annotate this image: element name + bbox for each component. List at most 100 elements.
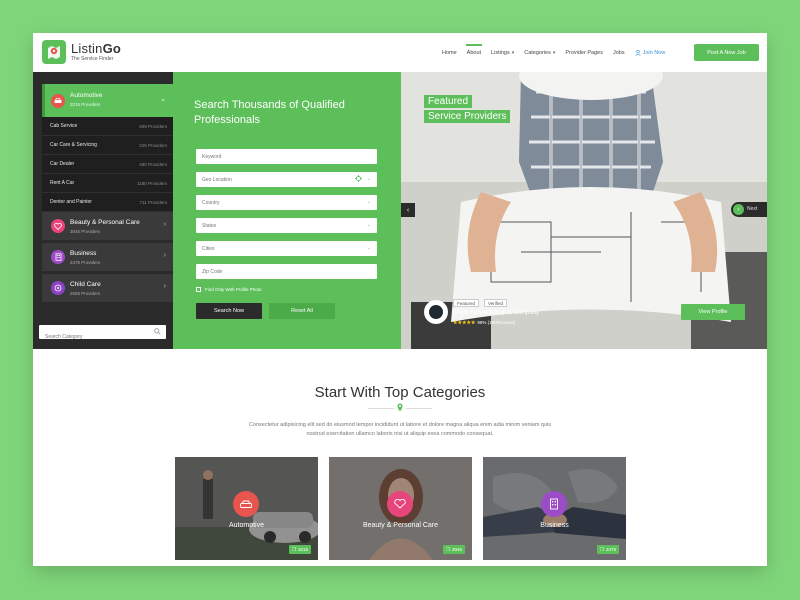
featured-label-line2: Service Providers: [424, 110, 511, 123]
keyword-input[interactable]: [196, 149, 346, 164]
subcategory-name: Rent A Car: [50, 180, 75, 186]
crosshair-icon[interactable]: [355, 175, 362, 182]
category-sidebar: Automotive 3215 Providers ⌄ Cab Service 6…: [33, 72, 173, 349]
section-title: Start With Top Categories: [314, 384, 486, 401]
main-nav: Home About Listings ▾ Categories ▾ Provide…: [437, 33, 670, 72]
nav-jobs[interactable]: Jobs: [608, 33, 630, 72]
join-now-label: Join Now: [642, 49, 666, 56]
sidebar-item-label: Business: [70, 250, 97, 257]
brand-name[interactable]: ListinGo: [71, 41, 121, 56]
subcategory-count: 490 Providers: [139, 161, 167, 167]
provider-avatar[interactable]: [424, 300, 448, 324]
map-pin-icon: [397, 403, 403, 412]
star-icons: ★★★★★: [453, 320, 476, 326]
next-slide-button[interactable]: › Next: [731, 202, 767, 217]
provider-rating: ★★★★★ 99% (100Reviews): [453, 320, 515, 326]
subcategory-count: 711 Providers: [139, 199, 167, 205]
chevron-right-icon: ›: [163, 283, 166, 290]
featured-label-line1: Featured: [424, 95, 473, 108]
nav-about-label: About: [466, 49, 482, 56]
subcategory-item[interactable]: Cab Service 609 Providers: [42, 117, 173, 136]
chevron-down-icon: ⌄: [366, 199, 371, 205]
view-profile-button[interactable]: View Profile: [681, 304, 745, 320]
subcategory-count: 1180 Providers: [137, 180, 167, 186]
building-icon: [541, 491, 567, 517]
chevron-down-icon: ▾: [511, 49, 515, 56]
logo-map-icon[interactable]: [42, 40, 66, 64]
category-search-input[interactable]: [39, 330, 147, 344]
subcategory-item[interactable]: Denter and Painter 711 Providers: [42, 193, 173, 212]
chevron-right-icon: ›: [163, 252, 166, 259]
sidebar-item-label: Beauty & Personal Care: [70, 219, 140, 226]
nav-categories[interactable]: Categories ▾: [519, 33, 560, 72]
zip-code-field: [196, 264, 377, 279]
category-card-automotive[interactable]: Automotive ❐ 3215: [175, 457, 318, 560]
next-label: Next: [747, 206, 758, 212]
active-indicator: [42, 84, 45, 117]
user-icon: [634, 49, 641, 56]
states-input[interactable]: [196, 218, 346, 233]
subcategory-item[interactable]: Car Dealer 490 Providers: [42, 155, 173, 174]
subcategory-count: 225 Providers: [139, 142, 167, 148]
heart-icon: [51, 219, 65, 233]
nav-jobs-label: Jobs: [612, 49, 625, 56]
subcategory-name: Denter and Painter: [50, 199, 92, 205]
search-panel-title: Search Thousands of Qualified Profession…: [194, 99, 345, 126]
card-label: Automotive: [228, 522, 265, 529]
sidebar-item-business[interactable]: Business 2478 Providers ›: [42, 243, 173, 272]
featured-provider-slider: Featured Service Providers ‹ › Next Feat…: [401, 72, 767, 349]
category-search: [39, 325, 166, 344]
card-count-badge: ❐ 2478: [596, 545, 619, 554]
chevron-down-icon: ▾: [552, 49, 556, 56]
nav-home[interactable]: Home: [437, 33, 462, 72]
search-panel: Search Thousands of Qualified Profession…: [173, 72, 401, 349]
search-now-button[interactable]: Search Now: [196, 303, 262, 319]
sidebar-item-beauty[interactable]: Beauty & Personal Care 3045 Providers ›: [42, 212, 173, 241]
sidebar-item-count: 2478 Providers: [70, 260, 101, 265]
reset-all-button[interactable]: Reset All: [269, 303, 335, 319]
profile-photo-checkbox[interactable]: Find Only With Profile Photo: [196, 287, 262, 292]
zip-code-input[interactable]: [196, 264, 346, 279]
copy-icon: ❐: [445, 546, 450, 552]
subcategory-count: 609 Providers: [139, 123, 167, 129]
nav-provider-pages[interactable]: Provider Pages: [560, 33, 608, 72]
car-icon: [233, 491, 259, 517]
checkbox-label: Find Only With Profile Photo: [205, 287, 262, 292]
geo-location-input[interactable]: [196, 172, 346, 187]
sidebar-item-automotive[interactable]: Automotive 3215 Providers ⌄: [42, 84, 173, 117]
nav-about[interactable]: About: [462, 33, 486, 72]
provider-name[interactable]: Bright Future Group & Company: [453, 310, 539, 316]
category-card-business[interactable]: Business ❐ 2478: [483, 457, 626, 560]
cities-select[interactable]: ⌄: [196, 241, 377, 256]
sidebar-item-child-care[interactable]: Child Care 2655 Providers ›: [42, 274, 173, 303]
nav-listings[interactable]: Listings ▾: [486, 33, 519, 72]
subcategory-item[interactable]: Rent A Car 1180 Providers: [42, 174, 173, 193]
checkbox-box[interactable]: [196, 287, 201, 292]
subcategory-name: Cab Service: [50, 123, 78, 129]
states-select[interactable]: ⌄: [196, 218, 377, 233]
prev-slide-button[interactable]: ‹: [401, 203, 415, 217]
nav-listings-label: Listings: [491, 49, 510, 56]
card-count: 2478: [605, 547, 616, 552]
chevron-down-icon: ⌄: [160, 96, 166, 103]
sidebar-item-label: Child Care: [70, 281, 101, 288]
country-select[interactable]: ⌄: [196, 195, 377, 210]
join-now-link[interactable]: Join Now: [630, 33, 671, 72]
chevron-down-icon: ⌄: [366, 222, 371, 228]
chevron-down-icon: ⌄: [366, 176, 371, 182]
copy-icon: ❐: [291, 546, 296, 552]
country-input[interactable]: [196, 195, 346, 210]
chevron-left-icon: ‹: [406, 206, 410, 214]
building-icon: [51, 250, 65, 264]
category-card-beauty[interactable]: Beauty & Personal Care ❐ 3045: [329, 457, 472, 560]
chevron-right-icon: ›: [163, 221, 166, 228]
featured-badge: Featured: [453, 299, 480, 307]
subcategory-item[interactable]: Car Care & Servicing 225 Providers: [42, 136, 173, 155]
nav-provider-pages-label: Provider Pages: [565, 49, 603, 56]
cities-input[interactable]: [196, 241, 346, 256]
post-job-button[interactable]: Post A New Job: [694, 44, 759, 61]
car-icon: [51, 94, 65, 108]
card-count: 3215: [297, 547, 308, 552]
card-count: 3045: [451, 547, 462, 552]
search-icon[interactable]: [154, 328, 161, 335]
